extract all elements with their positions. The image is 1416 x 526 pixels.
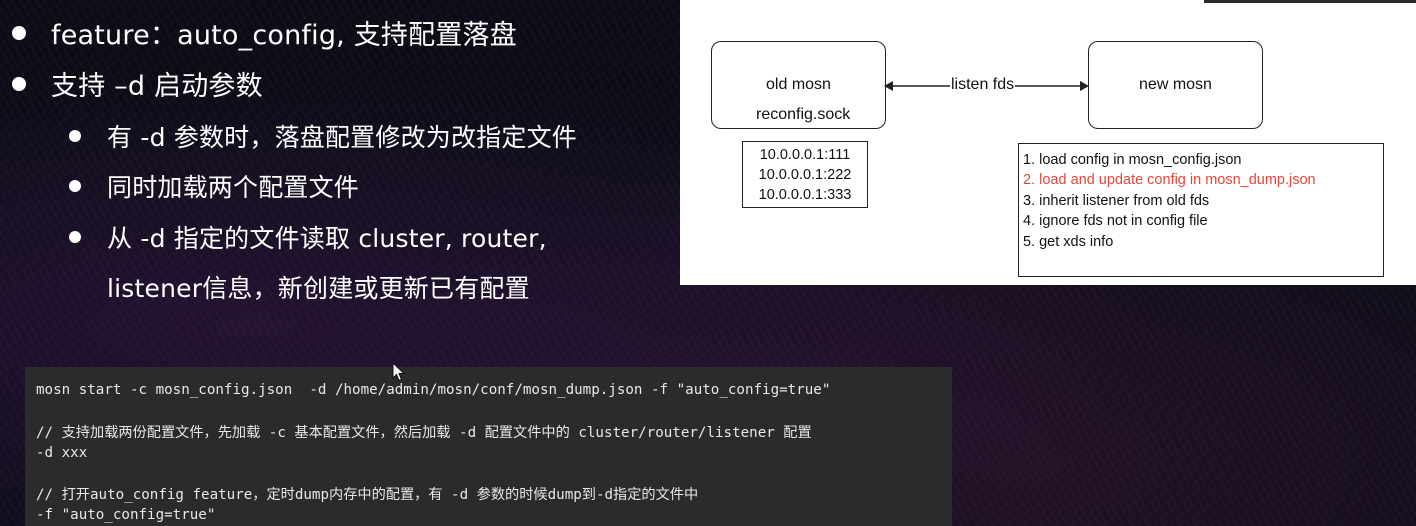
fd-item: 10.0.0.0.1:111 xyxy=(759,147,851,163)
step-item: 4. ignore fds not in config file xyxy=(1023,213,1208,230)
step-item: 3. inherit listener from old fds xyxy=(1023,192,1210,209)
bullet-item: feature：auto_config, 支持配置落盘 xyxy=(12,13,517,52)
fd-list-box: 10.0.0.0.1:111 10.0.0.0.1:222 10.0.0.0.1… xyxy=(742,141,868,208)
upgrade-diagram: old mosn reconfig.sock listen fds new mo… xyxy=(680,0,1416,285)
new-mosn-node: new mosn xyxy=(1088,41,1263,129)
reconfig-sock-label: reconfig.sock xyxy=(756,106,851,123)
code-line-flag: -f "auto_config=true" xyxy=(36,507,216,523)
step-item: 1. load config in mosn_config.json xyxy=(1023,152,1242,168)
code-line-comment: // 打开auto_config feature，定时dump内存中的配置，有 … xyxy=(36,487,699,503)
step-item: 5. get xds info xyxy=(1023,233,1114,250)
bullet-item: 支持 –d 启动参数 xyxy=(12,64,263,103)
mouse-pointer-icon xyxy=(392,362,406,382)
bullet-dot-icon xyxy=(12,25,26,40)
bullet-text: 同时加载两个配置文件 xyxy=(107,173,360,202)
listen-fds-label: listen fds xyxy=(950,76,1016,94)
new-mosn-label: new mosn xyxy=(1139,76,1212,93)
bullet-text: 有 -d 参数时，落盘配置修改为改指定文件 xyxy=(107,123,577,152)
old-mosn-label: old mosn xyxy=(766,76,831,93)
bullet-dot-icon xyxy=(69,180,81,192)
bullet-dot-icon xyxy=(69,130,81,142)
bullet-dot-icon xyxy=(69,231,81,243)
bullet-text: 支持 –d 启动参数 xyxy=(51,71,263,102)
code-block: mosn start -c mosn_config.json -d /home/… xyxy=(25,367,952,526)
bullet-text: 从 -d 指定的文件读取 cluster, router, xyxy=(107,224,547,253)
sub-bullet-item: 有 -d 参数时，落盘配置修改为改指定文件 xyxy=(69,118,577,154)
code-line-comment: // 支持加载两份配置文件，先加载 -c 基本配置文件，然后加载 -d 配置文件… xyxy=(36,425,812,441)
bullet-continuation: listener信息，新创建或更新已有配置 xyxy=(107,269,530,305)
diagram-top-bar xyxy=(1204,0,1416,3)
sub-bullet-item: 从 -d 指定的文件读取 cluster, router, xyxy=(69,219,547,255)
fd-item: 10.0.0.0.1:222 xyxy=(758,167,852,183)
code-line-command: mosn start -c mosn_config.json -d /home/… xyxy=(36,382,831,398)
step-item-highlighted: 2. load and update config in mosn_dump.j… xyxy=(1023,172,1316,189)
fd-item: 10.0.0.0.1:333 xyxy=(758,187,852,203)
steps-box: 1. load config in mosn_config.json 2. lo… xyxy=(1018,143,1384,277)
bullet-dot-icon xyxy=(12,76,26,91)
code-line-flag: -d xxx xyxy=(36,445,88,461)
sub-bullet-item: 同时加载两个配置文件 xyxy=(69,168,359,204)
bullet-text: feature：auto_config, 支持配置落盘 xyxy=(51,20,517,51)
bullet-text: listener信息，新创建或更新已有配置 xyxy=(107,274,530,303)
